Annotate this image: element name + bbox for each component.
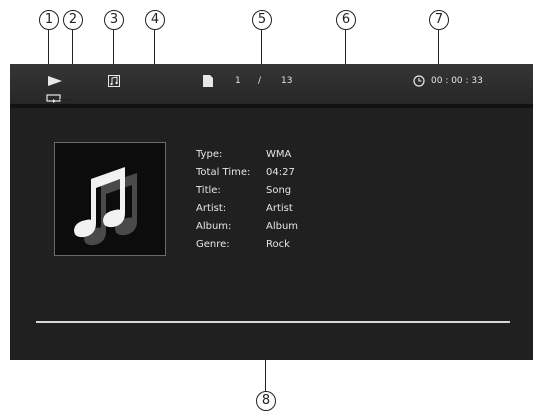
callout-2: 2 [63,10,83,30]
callout-4: 4 [145,10,165,30]
music-note-icon [108,75,120,87]
status-bar: 1 / 13 00 : 00 : 33 [10,64,533,104]
info-label-total-time: Total Time: [196,167,251,178]
info-value-artist: Artist [266,203,293,214]
info-value-total-time: 04:27 [266,167,295,178]
info-label-artist: Artist: [196,203,227,214]
leader-6-hook [298,199,346,201]
callout-6: 6 [336,10,356,30]
leader-2-hook [60,99,73,101]
music-notes-icon [74,167,137,246]
callout-1: 1 [39,10,59,30]
callout-5: 5 [252,10,272,30]
album-art [54,142,166,256]
info-value-genre: Rock [266,239,290,250]
info-value-title: Song [266,185,292,196]
file-icon [203,75,213,87]
progress-bar[interactable] [36,321,510,323]
status-separator [10,104,533,108]
info-label-album: Album: [196,221,232,232]
elapsed-time: 00 : 00 : 33 [431,76,483,86]
leader-8 [265,360,267,391]
info-label-title: Title: [196,185,221,196]
callout-3: 3 [104,10,124,30]
player-screen: 1 / 13 00 : 00 : 33 Type: Total Time: Ti… [10,64,533,360]
play-icon [48,76,62,86]
callout-7: 7 [429,10,449,30]
file-index: 1 [235,76,241,86]
info-value-album: Album [266,221,299,232]
callout-8: 8 [256,391,276,411]
info-label-type: Type: [196,149,223,160]
info-label-genre: Genre: [196,239,230,250]
info-value-type: WMA [266,149,292,160]
file-separator: / [258,76,262,86]
file-total: 13 [281,76,293,86]
clock-icon [413,75,425,87]
